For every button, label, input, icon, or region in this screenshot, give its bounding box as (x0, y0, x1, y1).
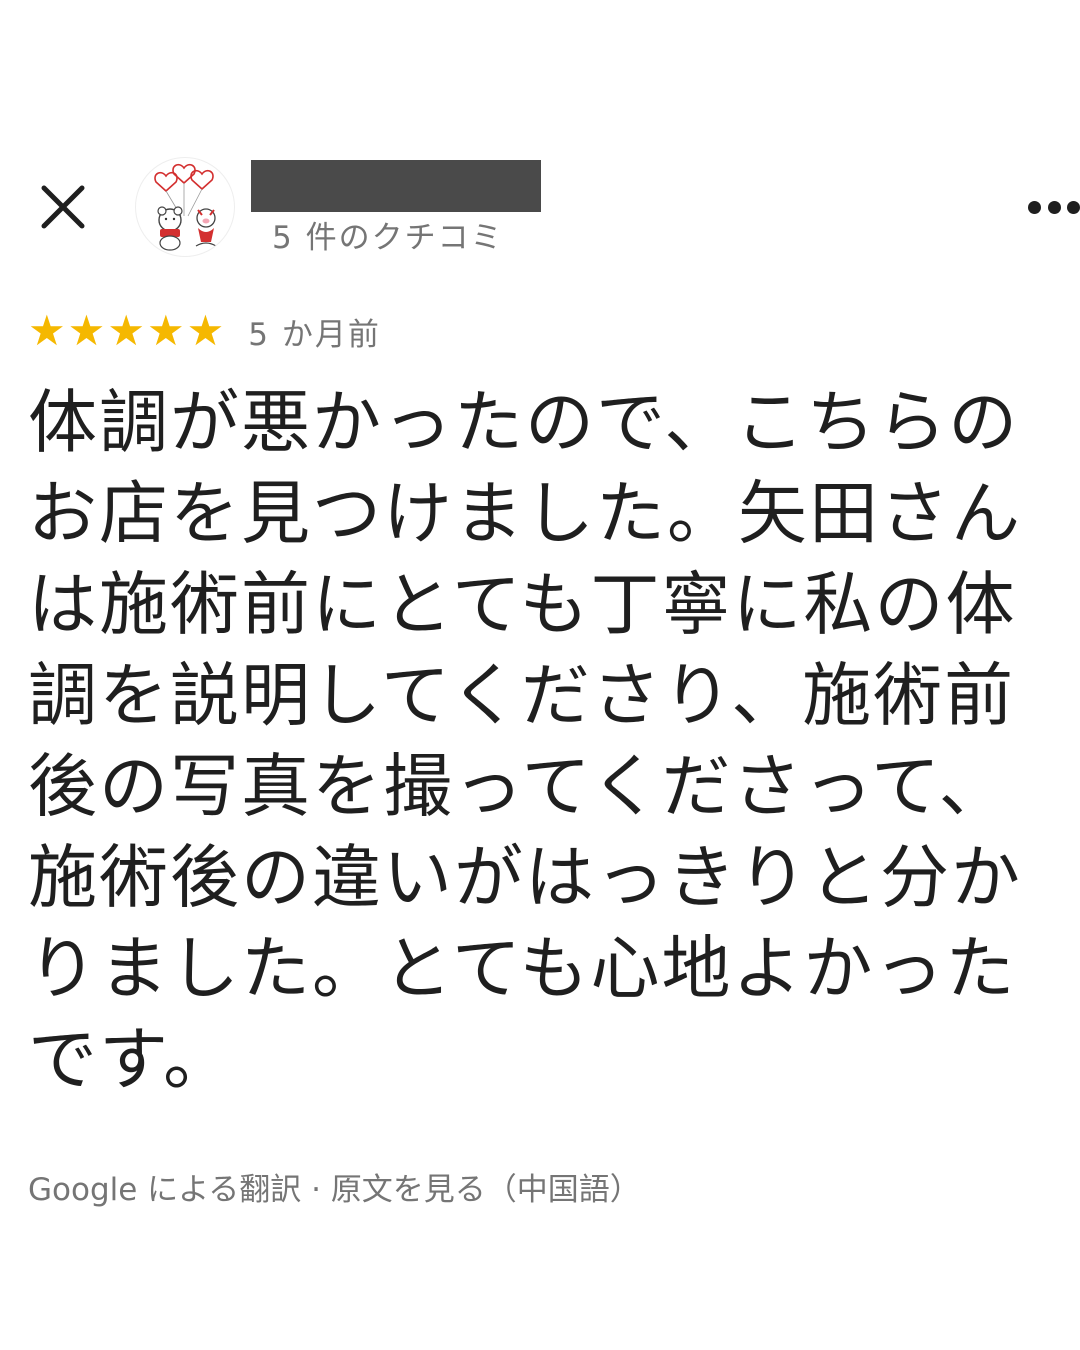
more-horizontal-icon (1028, 200, 1041, 214)
star-icon: ★ (67, 306, 106, 355)
more-horizontal-icon (1047, 200, 1061, 214)
star-rating: ★ ★ ★ ★ ★ (28, 308, 224, 354)
review-date: 5 か月前 (248, 316, 381, 353)
more-horizontal-icon (1067, 200, 1080, 214)
star-icon: ★ (146, 306, 185, 355)
close-icon (41, 185, 85, 229)
review-text: 体調が悪かったので、こちらのお店を見つけました。矢田さんは施術前にとても丁寧に私… (28, 383, 1022, 1100)
rating-row: ★ ★ ★ ★ ★ 5 か月前 (28, 308, 381, 354)
star-icon: ★ (107, 306, 145, 355)
view-original-link[interactable]: 原文を見る（中国語） (331, 1172, 641, 1208)
translation-notice: Google による翻訳 · 原文を見る（中国語） (28, 1164, 641, 1209)
avatar[interactable] (135, 157, 235, 257)
review-header: 5 件のクチコミ (0, 150, 1080, 270)
review-count[interactable]: 5 件のクチコミ (272, 212, 504, 257)
reviewer-name-redacted (251, 160, 541, 212)
star-icon: ★ (28, 306, 66, 355)
close-button[interactable] (36, 180, 90, 234)
avatar-image (154, 163, 217, 251)
star-icon: ★ (186, 306, 225, 355)
more-options-button[interactable] (1028, 192, 1080, 222)
translation-label: Google による翻訳 · (28, 1172, 331, 1208)
